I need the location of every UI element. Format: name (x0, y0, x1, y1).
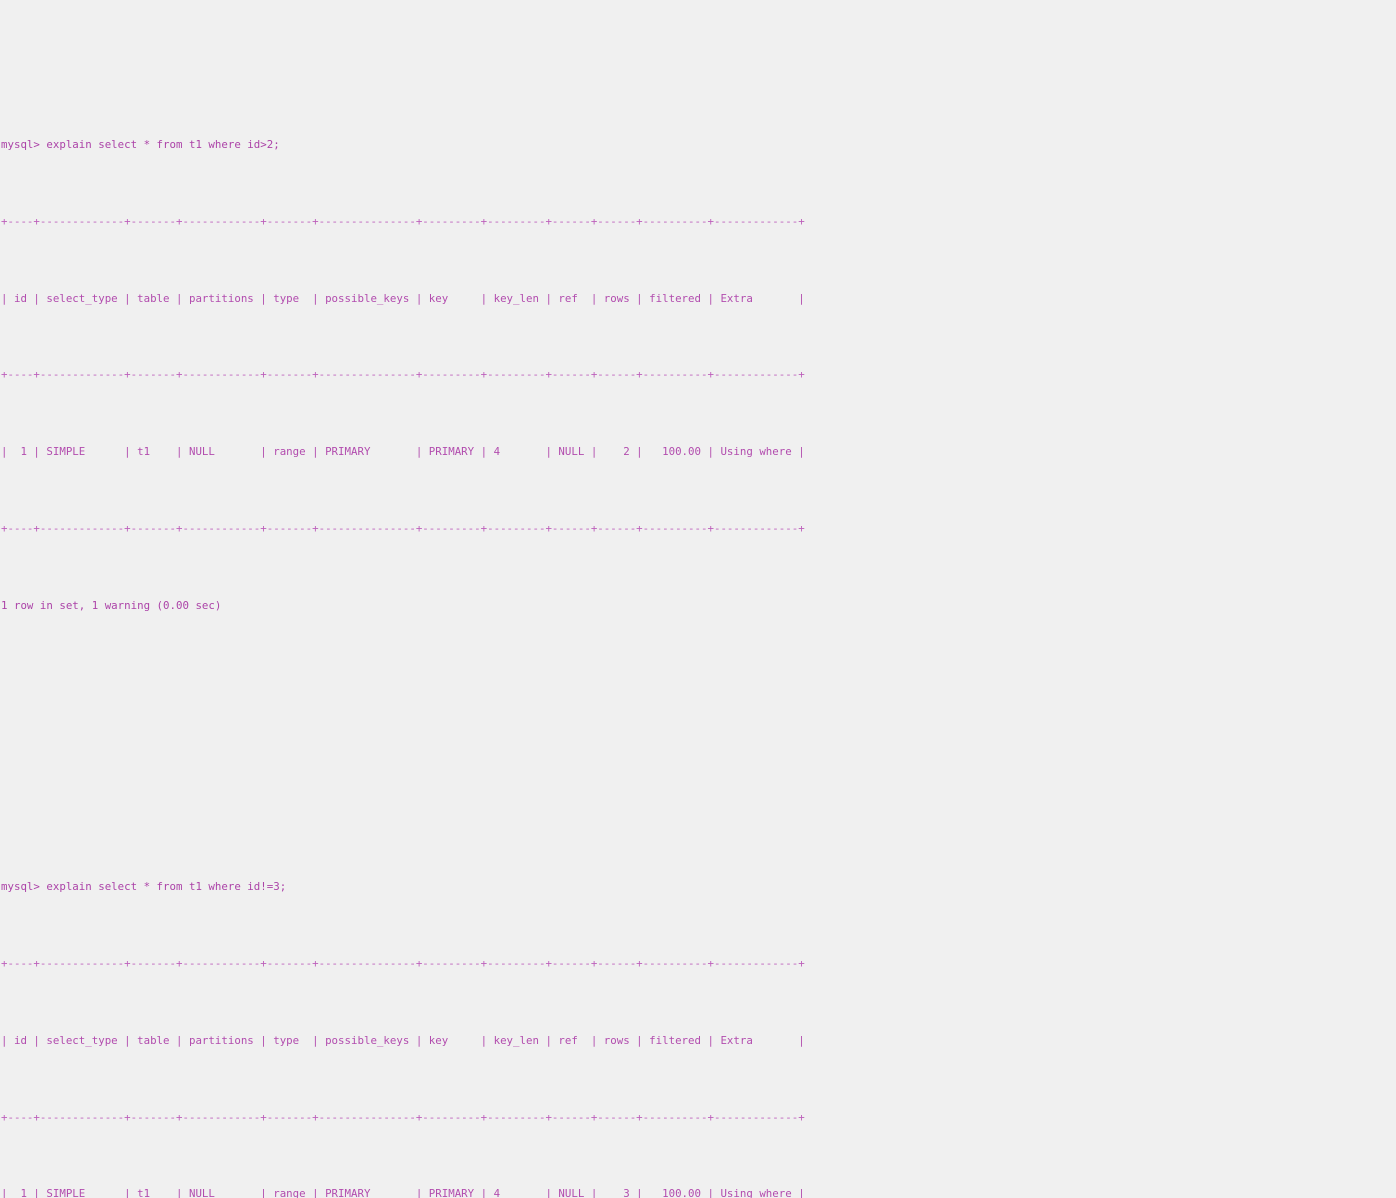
table-separator-mid: +----+-------------+-------+------------… (1, 368, 805, 382)
command-line: mysql> explain select * from t1 where id… (1, 137, 280, 151)
table-separator-top: +----+-------------+-------+------------… (1, 956, 805, 970)
status-line: 1 row in set, 1 warning (0.00 sec) (1, 598, 222, 612)
terminal-output[interactable]: mysql> explain select * from t1 where id… (0, 0, 1396, 1198)
table-row: | 1 | SIMPLE | t1 | NULL | range | PRIMA… (1, 445, 805, 459)
table-separator-mid: +----+-------------+-------+------------… (1, 1110, 805, 1124)
table-header-row: | id | select_type | table | partitions … (1, 1033, 805, 1047)
query-block-2: mysql> explain select * from t1 where id… (1, 823, 1396, 1198)
command-line: mysql> explain select * from t1 where id… (1, 880, 287, 894)
query-block-1: mysql> explain select * from t1 where id… (1, 81, 1396, 746)
table-separator-top: +----+-------------+-------+------------… (1, 214, 805, 228)
table-header-row: | id | select_type | table | partitions … (1, 291, 805, 305)
table-separator-bottom: +----+-------------+-------+------------… (1, 521, 805, 535)
table-row: | 1 | SIMPLE | t1 | NULL | range | PRIMA… (1, 1187, 805, 1198)
